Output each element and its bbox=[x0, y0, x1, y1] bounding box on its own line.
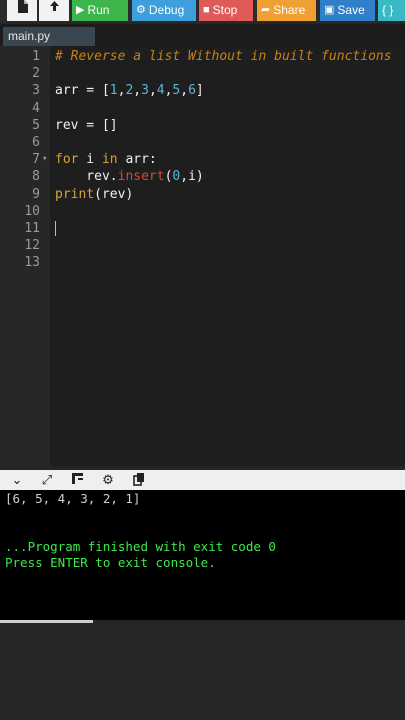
share-button[interactable]: ➦ Share bbox=[257, 0, 316, 21]
stop-button[interactable]: ■ Stop bbox=[199, 0, 253, 21]
line-number: 8 bbox=[32, 169, 40, 185]
line-number: 10 bbox=[24, 203, 40, 219]
empty-area bbox=[0, 623, 405, 720]
console-finished-line: ...Program finished with exit code 0 bbox=[5, 539, 276, 554]
run-label: Run bbox=[87, 3, 110, 17]
code-line: 11 bbox=[0, 220, 405, 237]
beautify-label: { } bbox=[382, 3, 394, 17]
code-text: rev.insert(0,i) bbox=[55, 169, 204, 185]
chevron-down-icon[interactable]: ⌄ bbox=[8, 472, 26, 488]
code-line: 4 bbox=[0, 100, 405, 117]
line-number: 12 bbox=[24, 238, 40, 254]
upload-button[interactable] bbox=[39, 0, 69, 21]
comment-text: # Reverse a list Without in built functi… bbox=[55, 49, 392, 64]
tab-bar: main.py bbox=[0, 24, 405, 46]
save-icon: ▣ bbox=[324, 4, 335, 16]
code-line: 3 arr = [1,2,3,4,5,6] bbox=[0, 82, 405, 99]
code-line: 2 bbox=[0, 65, 405, 82]
console-press-enter-line: Press ENTER to exit console. bbox=[5, 555, 216, 570]
file-icon bbox=[17, 0, 28, 21]
line-number: 2 bbox=[32, 66, 40, 82]
code-line: 7 ▾ for i in arr: bbox=[0, 151, 405, 168]
code-text: for i in arr: bbox=[55, 152, 157, 168]
line-number: 13 bbox=[24, 255, 40, 271]
line-number: 9 bbox=[32, 186, 40, 202]
line-number: 4 bbox=[32, 100, 40, 116]
fold-arrow-icon[interactable]: ▾ bbox=[42, 151, 50, 168]
line-number: 3 bbox=[32, 83, 40, 99]
code-line: 10 bbox=[0, 203, 405, 220]
code-text: rev = [] bbox=[55, 117, 118, 133]
copy-icon[interactable] bbox=[130, 472, 148, 488]
code-line: 1 # Reverse a list Without in built func… bbox=[0, 48, 405, 65]
code-line: 5 rev = [] bbox=[0, 117, 405, 134]
play-icon: ▶ bbox=[76, 4, 85, 16]
share-icon: ➦ bbox=[261, 4, 271, 16]
console-output[interactable]: [6, 5, 4, 3, 2, 1] ...Program finished w… bbox=[0, 490, 405, 620]
debug-icon: ⚙ bbox=[136, 4, 146, 16]
console-toolbar: ⌄ ⤢ ⚙ bbox=[0, 470, 405, 490]
debug-label: Debug bbox=[148, 3, 185, 17]
beautify-button[interactable]: { } bbox=[378, 0, 405, 21]
new-file-button[interactable] bbox=[7, 0, 37, 21]
code-line: 12 bbox=[0, 237, 405, 254]
line-number: 1 bbox=[32, 49, 40, 64]
gear-icon[interactable]: ⚙ bbox=[99, 472, 117, 488]
debug-button[interactable]: ⚙ Debug bbox=[132, 0, 196, 21]
line-number: 7 bbox=[32, 152, 40, 168]
run-button[interactable]: ▶ Run bbox=[72, 0, 128, 21]
text-cursor bbox=[55, 221, 56, 236]
save-button[interactable]: ▣ Save bbox=[320, 0, 375, 21]
code-line: 6 bbox=[0, 134, 405, 151]
share-label: Share bbox=[273, 3, 306, 17]
code-text: print(rev) bbox=[55, 186, 134, 202]
save-label: Save bbox=[337, 3, 365, 17]
stop-icon: ■ bbox=[203, 4, 210, 16]
code-line: 9 print(rev) bbox=[0, 186, 405, 203]
console-output-line: [6, 5, 4, 3, 2, 1] bbox=[5, 491, 141, 506]
code-text: arr = [1,2,3,4,5,6] bbox=[55, 83, 204, 99]
line-number: 5 bbox=[32, 117, 40, 133]
upload-icon bbox=[48, 0, 61, 21]
tab-main-py[interactable]: main.py bbox=[3, 27, 95, 46]
toolbar: ▶ Run ⚙ Debug ■ Stop ➦ Share ▣ Save { } bbox=[0, 0, 405, 22]
expand-icon[interactable]: ⤢ bbox=[38, 472, 56, 488]
line-number: 11 bbox=[24, 221, 40, 236]
code-line: 13 bbox=[0, 254, 405, 271]
line-number: 6 bbox=[32, 135, 40, 150]
code-editor[interactable]: 1 # Reverse a list Without in built func… bbox=[0, 46, 405, 466]
code-line: 8 rev.insert(0,i) bbox=[0, 168, 405, 185]
layout-icon[interactable] bbox=[68, 472, 86, 488]
stop-label: Stop bbox=[212, 3, 238, 17]
